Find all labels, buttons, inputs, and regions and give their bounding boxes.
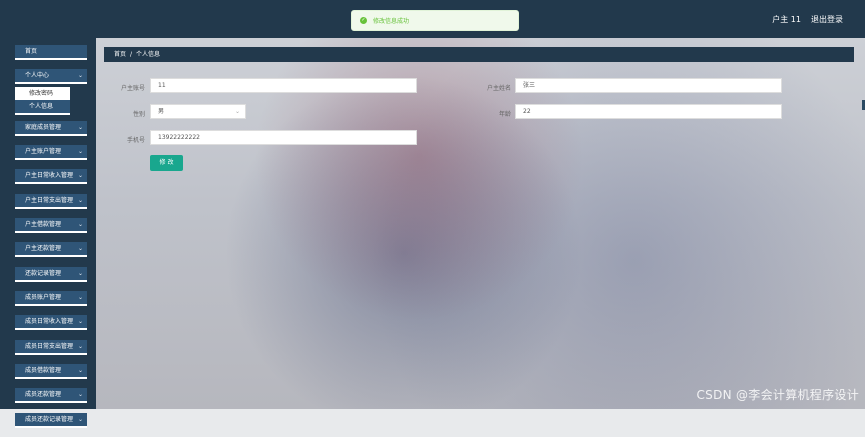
- breadcrumb-home[interactable]: 首页: [114, 51, 126, 58]
- name-label: 户主姓名: [486, 85, 511, 92]
- sidebar: 首页 个人中心 ⌄ 修改密码 个人信息 家庭成员管理 ⌄ 户主账户管理 ⌄ 户主…: [0, 38, 96, 428]
- sidebar-item-member-income[interactable]: 成员日常收入管理 ⌄: [15, 315, 87, 331]
- sidebar-item-member-repayment-records[interactable]: 成员还款记录管理 ⌄: [15, 412, 87, 428]
- sidebar-item-member-expense[interactable]: 成员日常支出管理 ⌄: [15, 339, 87, 355]
- user-name[interactable]: 户主 11: [772, 14, 801, 25]
- sidebar-item-home[interactable]: 首页: [15, 45, 87, 60]
- chevron-down-icon: ⌄: [77, 196, 83, 204]
- sidebar-item-repayment-records[interactable]: 还款记录管理 ⌄: [15, 266, 87, 282]
- sidebar-item-label: 户主还款管理: [25, 245, 62, 253]
- phone-label: 手机号: [126, 137, 145, 144]
- chevron-down-icon: ⌄: [77, 342, 83, 350]
- name-field[interactable]: 张三: [515, 78, 782, 93]
- sidebar-item-family-members[interactable]: 家庭成员管理 ⌄: [15, 120, 87, 136]
- sidebar-item-personal-center[interactable]: 个人中心 ⌄: [15, 69, 87, 85]
- sidebar-item-label: 成员日常支出管理: [25, 342, 74, 350]
- sidebar-item-owner-income[interactable]: 户主日常收入管理 ⌄: [15, 169, 87, 185]
- chevron-down-icon: ⌄: [77, 172, 83, 180]
- sidebar-item-owner-expense[interactable]: 户主日常支出管理 ⌄: [15, 193, 87, 209]
- gender-value: 男: [158, 108, 165, 115]
- sidebar-item-label: 成员账户管理: [25, 294, 62, 302]
- sidebar-item-owner-loan[interactable]: 户主借款管理 ⌄: [15, 218, 87, 234]
- sidebar-menu: 首页 个人中心 ⌄ 修改密码 个人信息 家庭成员管理 ⌄ 户主账户管理 ⌄ 户主…: [15, 45, 87, 437]
- chevron-down-icon: ⌄: [77, 72, 83, 80]
- gender-label: 性别: [132, 111, 145, 118]
- sidebar-item-label: 成员日常收入管理: [25, 318, 74, 326]
- sidebar-item-member-loan[interactable]: 成员借款管理 ⌄: [15, 364, 87, 380]
- sidebar-item-member-repayment[interactable]: 成员还款管理 ⌄: [15, 388, 87, 404]
- submit-button[interactable]: 修 改: [150, 155, 183, 171]
- sidebar-item-label: 首页: [25, 48, 38, 55]
- sidebar-item-label: 成员借款管理: [25, 367, 62, 375]
- chevron-down-icon: ⌄: [77, 367, 83, 375]
- sidebar-item-label: 还款记录管理: [25, 269, 62, 277]
- chevron-down-icon: ⌄: [77, 123, 83, 131]
- breadcrumb-current: 个人信息: [136, 51, 161, 58]
- sidebar-item-label: 个人中心: [25, 72, 50, 80]
- chevron-down-icon: ⌄: [77, 318, 83, 326]
- sidebar-item-owner-repayment[interactable]: 户主还款管理 ⌄: [15, 242, 87, 258]
- sidebar-item-owner-account[interactable]: 户主账户管理 ⌄: [15, 145, 87, 161]
- age-field[interactable]: 22: [515, 104, 782, 119]
- sidebar-item-member-account[interactable]: 成员账户管理 ⌄: [15, 291, 87, 307]
- chevron-down-icon: ⌄: [77, 221, 83, 229]
- personal-center-submenu: 修改密码 个人信息: [15, 86, 87, 115]
- watermark: CSDN @李会计算机程序设计: [696, 388, 859, 402]
- sidebar-item-label: 家庭成员管理: [25, 123, 62, 131]
- sidebar-item-label: 户主日常收入管理: [25, 172, 74, 180]
- chevron-down-icon: ⌄: [77, 245, 83, 253]
- chevron-down-icon: ⌄: [77, 391, 83, 399]
- age-label: 年龄: [498, 111, 511, 118]
- chevron-down-icon: ⌄: [234, 108, 240, 115]
- sidebar-item-label: 成员还款记录管理: [25, 415, 74, 423]
- sidebar-subitem-change-password[interactable]: 修改密码: [15, 86, 70, 100]
- user-info: 户主 11 退出登录: [772, 14, 843, 25]
- logout-link[interactable]: 退出登录: [811, 14, 843, 25]
- chevron-down-icon: ⌄: [77, 269, 83, 277]
- main-content: 首页 / 个人信息 户主账号 11 户主姓名 张三 性别 男 ⌄ 年龄 22 手机号…: [96, 38, 865, 409]
- breadcrumb-separator: /: [130, 51, 133, 58]
- account-label: 户主账号: [120, 85, 145, 92]
- gender-select[interactable]: 男 ⌄: [150, 104, 246, 119]
- phone-field[interactable]: 13922222222: [150, 130, 417, 145]
- toast-message: 修改信息成功: [373, 18, 410, 25]
- check-circle-icon: ✓: [360, 17, 367, 24]
- chevron-down-icon: ⌄: [77, 148, 83, 156]
- sidebar-subitem-personal-info[interactable]: 个人信息: [15, 99, 70, 115]
- chevron-down-icon: ⌄: [77, 415, 83, 423]
- breadcrumb: 首页 / 个人信息: [104, 47, 854, 62]
- sidebar-item-label: 户主借款管理: [25, 221, 62, 229]
- sidebar-item-label: 户主账户管理: [25, 148, 62, 156]
- sidebar-item-label: 户主日常支出管理: [25, 196, 74, 204]
- account-field[interactable]: 11: [150, 78, 417, 93]
- chevron-down-icon: ⌄: [77, 294, 83, 302]
- success-toast: ✓ 修改信息成功: [351, 10, 519, 31]
- sidebar-item-label: 成员还款管理: [25, 391, 62, 399]
